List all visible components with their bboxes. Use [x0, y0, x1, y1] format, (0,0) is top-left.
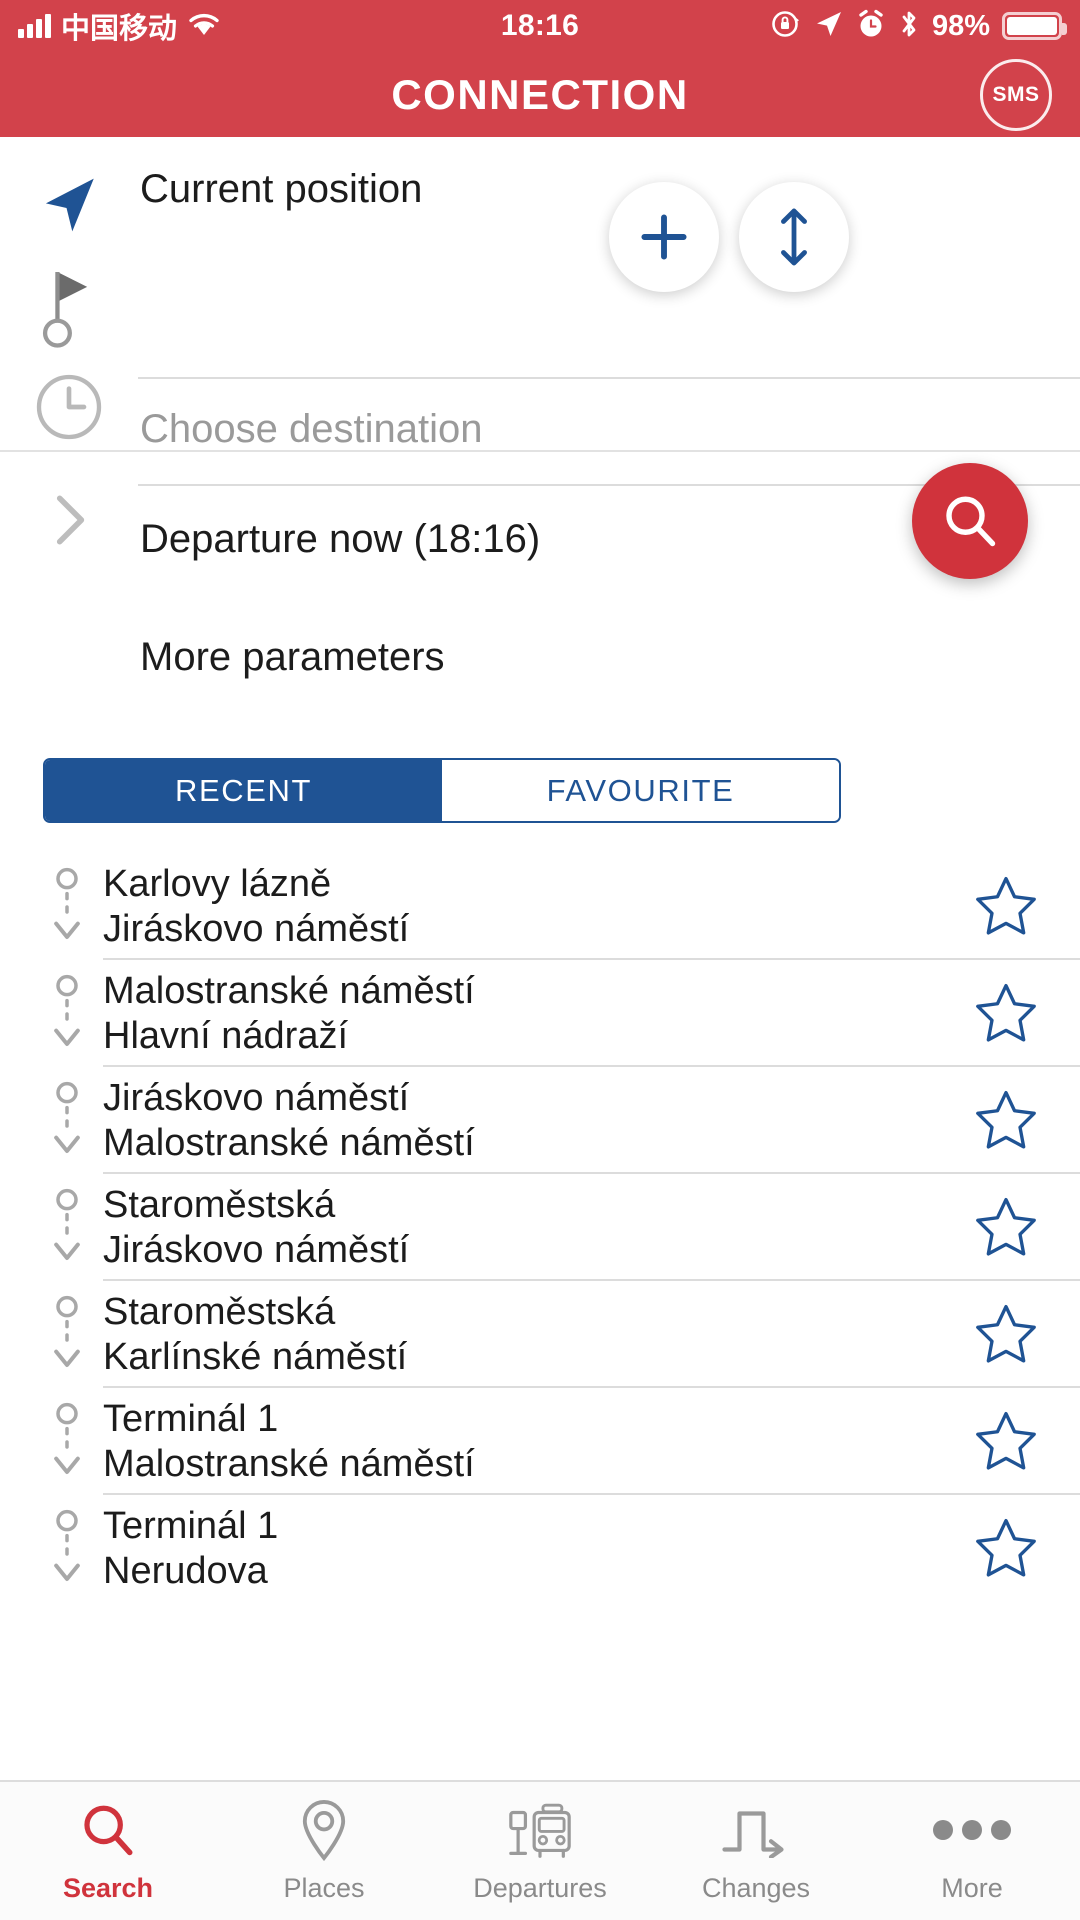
recent-favourite-tabs: RECENT FAVOURITE	[43, 758, 841, 823]
route-direction-icon	[47, 1509, 87, 1594]
list-item-from: Staroměstská	[103, 1184, 336, 1226]
departure-time-field[interactable]: Departure now (18:16)	[140, 517, 540, 562]
favourite-star-icon[interactable]	[974, 1301, 1038, 1368]
list-item[interactable]: Jiráskovo náměstí Malostranské náměstí	[0, 1067, 1080, 1174]
list-item-from: Terminál 1	[103, 1505, 279, 1547]
nav-item-more[interactable]: More	[864, 1799, 1080, 1904]
list-item[interactable]: Karlovy lázně Jiráskovo náměstí	[0, 853, 1080, 960]
sms-button[interactable]: SMS	[980, 58, 1052, 131]
more-parameters-button[interactable]: More parameters	[140, 635, 445, 680]
route-direction-icon	[47, 1188, 87, 1273]
alarm-clock-icon	[856, 9, 886, 44]
current-position-icon	[0, 172, 138, 243]
search-fab-button[interactable]	[912, 463, 1028, 579]
list-item-to: Malostranské náměstí	[103, 1443, 475, 1485]
nav-label-more: More	[941, 1872, 1003, 1903]
tab-favourite[interactable]: FAVOURITE	[442, 760, 839, 821]
bottom-navigation: Search Places Departures Changes More	[0, 1780, 1080, 1920]
departure-clock-icon	[0, 372, 138, 447]
nav-item-changes[interactable]: Changes	[648, 1799, 864, 1904]
list-item-to: Jiráskovo náměstí	[103, 908, 410, 950]
destination-input[interactable]: Choose destination	[140, 407, 482, 452]
list-item-labels: Staroměstská Karlínské náměstí	[103, 1281, 407, 1380]
status-bar: 中国移动 18:16 98%	[0, 0, 1080, 52]
wifi-icon	[187, 11, 221, 42]
chevron-right-icon	[0, 489, 138, 556]
list-item-labels: Terminál 1 Nerudova	[103, 1495, 278, 1594]
origin-input[interactable]: Current position	[140, 167, 422, 212]
route-direction-icon	[47, 974, 87, 1059]
route-direction-icon	[47, 1081, 87, 1166]
list-item-to: Hlavní nádraží	[103, 1015, 349, 1057]
location-arrow-icon	[814, 9, 844, 44]
list-item-labels: Malostranské náměstí Hlavní nádraží	[103, 960, 475, 1059]
nav-item-departures[interactable]: Departures	[432, 1799, 648, 1904]
route-direction-icon	[47, 1402, 87, 1487]
route-direction-icon	[47, 867, 87, 952]
favourite-star-icon[interactable]	[974, 1087, 1038, 1154]
search-icon	[946, 496, 996, 547]
bus-stop-icon	[505, 1799, 575, 1861]
nav-label-departures: Departures	[473, 1872, 607, 1903]
favourite-star-icon[interactable]	[974, 1408, 1038, 1475]
list-item[interactable]: Terminál 1 Nerudova	[0, 1495, 1080, 1602]
list-item-labels: Staroměstská Jiráskovo náměstí	[103, 1174, 409, 1273]
battery-percent-label: 98%	[931, 9, 990, 42]
ellipsis-icon	[933, 1799, 1011, 1861]
favourite-star-icon[interactable]	[974, 1194, 1038, 1261]
nav-item-search[interactable]: Search	[0, 1799, 216, 1904]
rotation-lock-icon	[770, 8, 802, 45]
status-bar-left: 中国移动	[18, 5, 221, 47]
list-item-labels: Terminál 1 Malostranské náměstí	[103, 1388, 475, 1487]
list-item-from: Karlovy lázně	[103, 863, 332, 905]
status-bar-right: 98%	[770, 8, 1067, 45]
list-item-labels: Karlovy lázně Jiráskovo náměstí	[103, 853, 409, 952]
list-item-to: Karlínské náměstí	[103, 1336, 408, 1378]
list-item[interactable]: Staroměstská Jiráskovo náměstí	[0, 1174, 1080, 1281]
favourite-star-icon[interactable]	[974, 980, 1038, 1047]
battery-icon	[1002, 12, 1067, 40]
search-icon	[79, 1799, 137, 1861]
list-item-to: Nerudova	[103, 1550, 268, 1592]
nav-label-search: Search	[62, 1872, 154, 1903]
list-item[interactable]: Malostranské náměstí Hlavní nádraží	[0, 960, 1080, 1067]
page-title: CONNECTION	[391, 70, 689, 118]
nav-label-places: Places	[283, 1872, 365, 1903]
form-divider	[0, 450, 1080, 452]
list-item-to: Malostranské náměstí	[103, 1122, 475, 1164]
nav-label-changes: Changes	[701, 1872, 811, 1903]
swap-direction-button[interactable]	[739, 182, 849, 292]
list-item[interactable]: Terminál 1 Malostranské náměstí	[0, 1388, 1080, 1495]
signal-bars-icon	[18, 14, 51, 38]
transfer-icon	[720, 1799, 792, 1861]
bluetooth-icon	[898, 8, 920, 45]
add-waypoint-button[interactable]	[609, 182, 719, 292]
favourite-star-icon[interactable]	[974, 1515, 1038, 1582]
tab-recent[interactable]: RECENT	[45, 760, 442, 821]
list-item-from: Jiráskovo náměstí	[103, 1077, 410, 1119]
list-item-to: Jiráskovo náměstí	[103, 1229, 410, 1271]
list-item-from: Malostranské náměstí	[103, 970, 475, 1012]
map-pin-icon	[298, 1799, 350, 1861]
favourite-star-icon[interactable]	[974, 873, 1038, 940]
destination-flag-icon	[0, 267, 138, 358]
list-item-labels: Jiráskovo náměstí Malostranské náměstí	[103, 1067, 475, 1166]
app-header: CONNECTION SMS	[0, 52, 1080, 137]
route-direction-icon	[47, 1295, 87, 1380]
list-item[interactable]: Staroměstská Karlínské náměstí	[0, 1281, 1080, 1388]
list-item-from: Terminál 1	[103, 1398, 279, 1440]
list-item-from: Staroměstská	[103, 1291, 336, 1333]
app-root: 中国移动 18:16 98% CONNECTION SMS Current po…	[0, 0, 1080, 1920]
nav-item-places[interactable]: Places	[216, 1799, 432, 1904]
origin-underline	[138, 377, 1080, 379]
recent-connections-list: Karlovy lázně Jiráskovo náměstí Malostrans…	[0, 853, 1080, 1602]
carrier-label: 中国移动	[61, 13, 178, 45]
